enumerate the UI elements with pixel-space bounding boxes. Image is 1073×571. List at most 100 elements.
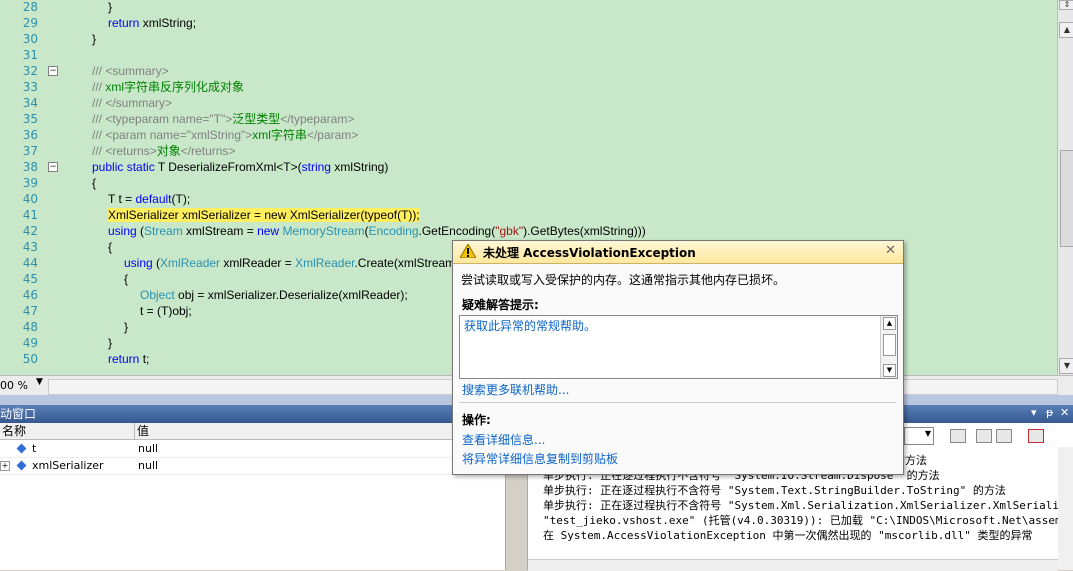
code-token: } <box>108 336 113 350</box>
clear-all-icon[interactable] <box>1028 429 1044 443</box>
code-line[interactable]: Object obj = xmlSerializer.Deserialize(x… <box>140 287 408 303</box>
expand-icon[interactable]: + <box>0 461 10 471</box>
troubleshooting-tips-list[interactable]: 获取此异常的常规帮助。 ▲ ▼ <box>459 315 898 379</box>
divider <box>459 402 896 403</box>
line-number: 50 <box>22 352 38 366</box>
next-message-icon[interactable] <box>996 429 1012 443</box>
code-line[interactable]: using (XmlReader xmlReader = XmlReader.C… <box>124 255 463 271</box>
dropdown-arrow-icon[interactable]: ▾ <box>1031 406 1037 419</box>
variable-icon <box>16 443 27 454</box>
code-token: xml字符串反序列化成对象 <box>105 80 245 94</box>
code-line[interactable]: /// <typeparam name="T">泛型类型</typeparam> <box>92 111 354 127</box>
code-line[interactable]: { <box>92 175 96 191</box>
output-panel-header: ▾ ᵽ ✕ <box>903 405 1073 423</box>
code-token: Stream <box>144 224 183 238</box>
code-token: t = (T)obj; <box>140 304 192 318</box>
column-header-value[interactable]: 值 <box>135 423 506 440</box>
code-line[interactable]: XmlSerializer xmlSerializer = new XmlSer… <box>108 207 420 223</box>
code-line[interactable]: T t = default(T); <box>108 191 190 207</box>
code-token: /// </summary> <box>92 96 173 110</box>
code-line[interactable]: return xmlString; <box>108 15 196 31</box>
tip-link[interactable]: 获取此异常的常规帮助。 <box>464 317 596 334</box>
actions-heading: 操作: <box>462 413 491 427</box>
variable-value: null <box>138 442 159 455</box>
code-token: xml字符串 <box>252 128 307 142</box>
previous-message-icon[interactable] <box>976 429 992 443</box>
code-line[interactable]: } <box>108 0 112 15</box>
line-number: 37 <box>22 144 38 158</box>
editor-vertical-scrollbar[interactable]: ⇕ ▲ ▼ <box>1057 0 1073 375</box>
code-token: using <box>108 224 137 238</box>
code-line[interactable]: /// <returns>对象</returns> <box>92 143 235 159</box>
code-token: default <box>135 192 172 206</box>
code-token: { <box>92 176 97 190</box>
scroll-up-arrow-icon[interactable]: ▲ <box>883 317 896 330</box>
code-line[interactable]: /// xml字符串反序列化成对象 <box>92 79 244 95</box>
code-token: { <box>108 240 113 254</box>
line-number: 36 <box>22 128 38 142</box>
exception-message: 尝试读取或写入受保护的内存。这通常指示其他内存已损坏。 <box>461 273 786 287</box>
code-line[interactable]: { <box>108 239 112 255</box>
code-line[interactable]: public static T DeserializeFromXml<T>(st… <box>92 159 388 175</box>
code-token: ( <box>136 224 145 238</box>
locals-row[interactable]: t null <box>0 441 505 458</box>
code-token: xmlString; <box>139 16 197 30</box>
search-online-help-link[interactable]: 搜索更多联机帮助... <box>462 381 569 398</box>
code-line[interactable]: { <box>124 271 128 287</box>
code-token: obj = xmlSerializer.Deserialize(xmlReade… <box>174 288 408 302</box>
troubleshooting-tips-heading: 疑难解答提示: <box>462 298 539 312</box>
column-header-name[interactable]: 名称 <box>0 423 135 440</box>
line-number: 45 <box>22 272 38 286</box>
code-token: ( <box>152 256 161 270</box>
code-token: T DeserializeFromXml<T>( <box>154 160 302 174</box>
line-number: 35 <box>22 112 38 126</box>
copy-exception-link[interactable]: 将异常详细信息复制到剪贴板 <box>462 450 618 467</box>
locals-panel-title: 动窗口 <box>0 407 37 421</box>
code-token: /// <box>92 80 106 94</box>
output-horizontal-scrollbar[interactable] <box>528 559 1058 571</box>
code-token: } <box>92 32 97 46</box>
code-token: public static <box>92 160 155 174</box>
scroll-down-arrow-icon[interactable]: ▼ <box>883 364 896 377</box>
locals-row[interactable]: + xmlSerializer null <box>0 458 505 475</box>
pin-icon[interactable]: ᵽ <box>1046 406 1053 419</box>
code-token: ).GetBytes(xmlString))) <box>523 224 646 238</box>
code-line[interactable]: using (Stream xmlStream = new MemoryStre… <box>108 223 646 239</box>
split-handle[interactable]: ⇕ <box>1059 0 1073 10</box>
scrollbar-thumb[interactable] <box>1060 150 1073 247</box>
variable-name: t <box>32 442 37 455</box>
code-line[interactable]: /// <summary> <box>92 63 169 79</box>
code-token: xmlStream = <box>182 224 258 238</box>
code-token: XmlReader <box>295 256 355 270</box>
collapse-toggle-icon[interactable]: − <box>48 66 58 76</box>
output-vertical-scrollbar[interactable] <box>1058 447 1073 570</box>
output-source-combobox[interactable]: ▼ <box>904 427 934 445</box>
close-icon[interactable]: ✕ <box>1060 406 1069 419</box>
code-token: XmlSerializer xmlSerializer = new XmlSer… <box>108 208 420 222</box>
code-token: Object <box>140 288 175 302</box>
zoom-level[interactable]: 00 % <box>0 379 28 392</box>
code-line[interactable]: t = (T)obj; <box>140 303 192 319</box>
code-token: return <box>108 352 140 366</box>
scroll-up-arrow-icon[interactable]: ▲ <box>1059 22 1073 38</box>
code-line[interactable]: } <box>108 335 112 351</box>
code-line[interactable]: } <box>124 319 128 335</box>
zoom-dropdown-arrow-icon[interactable]: ▼ <box>36 377 43 387</box>
code-token: /// <returns> <box>92 144 157 158</box>
line-number: 39 <box>22 176 38 190</box>
close-icon[interactable]: ✕ <box>885 243 896 258</box>
scroll-down-arrow-icon[interactable]: ▼ <box>1059 358 1073 374</box>
view-detail-link[interactable]: 查看详细信息... <box>462 431 545 448</box>
exception-title-bar: 未处理 AccessViolationException ✕ <box>453 241 903 264</box>
find-icon[interactable] <box>950 429 966 443</box>
tips-scrollbar[interactable]: ▲ ▼ <box>880 316 897 378</box>
code-line[interactable]: /// <param name="xmlString">xml字符串</para… <box>92 127 358 143</box>
collapse-toggle-icon[interactable]: − <box>48 162 58 172</box>
code-token: "gbk" <box>495 224 524 238</box>
code-line[interactable]: return t; <box>108 351 149 367</box>
code-token: 对象 <box>156 144 181 158</box>
code-line[interactable]: } <box>92 31 96 47</box>
scrollbar-thumb[interactable] <box>883 334 896 356</box>
code-line[interactable]: /// </summary> <box>92 95 172 111</box>
line-number: 41 <box>22 208 38 222</box>
